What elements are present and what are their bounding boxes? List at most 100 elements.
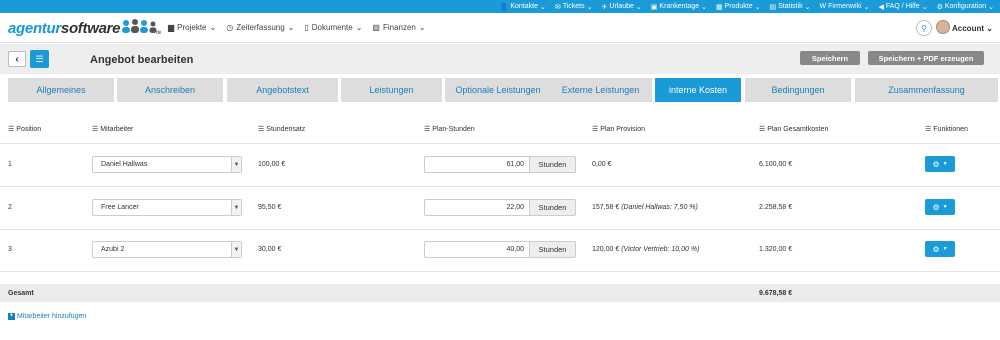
tab-angebotstext[interactable]: Angebotstext xyxy=(227,78,338,102)
topbar-urlaube[interactable]: ✈ Urlaube ⌄ xyxy=(602,3,642,11)
mitarbeiter-select[interactable]: Azubi 2 ▼ xyxy=(92,241,242,258)
row-divider xyxy=(0,143,1000,144)
topbar-kontakte[interactable]: 👤 Kontakte ⌄ xyxy=(500,3,546,11)
tab-leistungen[interactable]: Leistungen xyxy=(341,78,442,102)
topbar-faq[interactable]: ◀ FAQ / Hilfe ⌄ xyxy=(878,3,927,11)
logo-people-icon xyxy=(122,19,157,33)
col-header-plan-stunden[interactable]: ☰ Plan-Stunden xyxy=(424,125,475,134)
nav-zeiterfassung[interactable]: ◷ Zeiterfassung ⌄ xyxy=(226,23,294,32)
tab-externe-leistungen[interactable]: Externe Leistungen xyxy=(549,78,652,102)
row-actions-button[interactable]: ⚙ ▼ xyxy=(925,199,955,215)
menu-button[interactable]: ☰ xyxy=(30,50,49,68)
plan-stunden-input[interactable]: 22,00 xyxy=(424,199,530,216)
row-position: 2 xyxy=(8,204,12,211)
nav-dokumente[interactable]: ▯ Dokumente ⌄ xyxy=(304,23,362,32)
caret-down-icon: ▼ xyxy=(942,204,948,210)
tab-optionale-leistungen[interactable]: Optionale Leistungen xyxy=(445,78,551,102)
topbar-firmenwiki[interactable]: W Firmenwiki ⌄ xyxy=(820,3,870,11)
sort-icon: ☰ xyxy=(92,126,99,133)
plan-stunden-input[interactable]: 61,00 xyxy=(424,156,530,173)
hamburger-icon: ☰ xyxy=(35,53,44,64)
unit-addon: Stunden xyxy=(530,156,576,173)
plus-icon: + xyxy=(8,313,15,320)
row-divider xyxy=(0,229,1000,230)
ticket-icon: ✉ xyxy=(554,3,561,11)
mitarbeiter-select[interactable]: Free Lancer ▼ xyxy=(92,199,242,216)
sort-icon: ☰ xyxy=(759,126,766,133)
chevron-down-icon: ▼ xyxy=(231,242,241,257)
row-position: 1 xyxy=(8,161,12,168)
caret-down-icon: ▼ xyxy=(942,161,948,167)
topbar-produkte[interactable]: ▦ Produkte ⌄ xyxy=(716,3,761,11)
search-icon[interactable]: ⚲ xyxy=(916,20,932,36)
chart-icon: ▤ xyxy=(769,3,777,11)
box-icon: ▦ xyxy=(715,3,723,11)
camera-icon: ▣ xyxy=(650,3,658,11)
account-menu[interactable]: Account ⌄ xyxy=(952,24,993,33)
row-gesamtkosten: 1.320,00 € xyxy=(759,246,793,253)
sort-icon: ☰ xyxy=(8,126,15,133)
col-header-stundensatz[interactable]: ☰ Stundensatz xyxy=(258,125,305,134)
tab-zusammenfassung[interactable]: Zusammenfassung xyxy=(855,78,998,102)
gear-icon: ⚙ xyxy=(932,202,940,212)
row-stundensatz: 30,00 € xyxy=(258,246,282,253)
col-header-plan-gesamtkosten[interactable]: ☰ Plan Gesamtkosten xyxy=(759,125,828,134)
col-header-plan-provision[interactable]: ☰ Plan Provision xyxy=(592,125,645,134)
row-gesamtkosten: 2.258,58 € xyxy=(759,204,793,211)
user-icon: 👤 xyxy=(499,3,509,11)
document-icon: ▯ xyxy=(304,23,309,32)
row-provision: 120,00 € (Victor Vertrieb: 10,00 %) xyxy=(592,246,700,253)
sort-icon: ☰ xyxy=(424,126,431,133)
tab-interne-kosten[interactable]: interne Kosten xyxy=(655,78,741,102)
wiki-icon: W xyxy=(819,3,827,10)
unit-addon: Stunden xyxy=(530,199,576,216)
plane-icon: ✈ xyxy=(601,3,608,11)
col-header-mitarbeiter[interactable]: ☰ Mitarbeiter xyxy=(92,125,133,134)
row-stundensatz: 95,50 € xyxy=(258,204,282,211)
briefcase-icon: ▆ xyxy=(168,23,175,32)
topbar-tickets[interactable]: ✉ Tickets ⌄ xyxy=(555,3,593,11)
chevron-down-icon: ▼ xyxy=(231,200,241,215)
page-toolbar: ‹ ☰ Angebot bearbeiten Speichern Speiche… xyxy=(0,44,1000,74)
tab-bedingungen[interactable]: Bedingungen xyxy=(745,78,851,102)
gear-icon: ⚙ xyxy=(932,244,940,254)
clock-icon: ◷ xyxy=(226,23,234,32)
nav-projekte[interactable]: ▆ Projekte ⌄ xyxy=(168,23,216,32)
avatar[interactable] xyxy=(936,20,950,34)
plan-stunden-input[interactable]: 40,00 xyxy=(424,241,530,258)
bullhorn-icon: ◀ xyxy=(878,3,884,11)
topbar-statistik[interactable]: ▤ Statistik ⌄ xyxy=(770,3,811,11)
tab-allgemeines[interactable]: Allgemeines xyxy=(8,78,114,102)
row-gesamtkosten: 6.100,00 € xyxy=(759,161,793,168)
topbar-krankentage[interactable]: ▣ Krankentage ⌄ xyxy=(651,3,707,11)
gears-icon: ⚙ xyxy=(936,3,943,11)
total-value: 9.678,58 € xyxy=(759,290,793,297)
col-header-funktionen: ☰ Funktionen xyxy=(925,125,968,134)
row-provision: 157,58 € (Daniel Hallwas: 7,50 %) xyxy=(592,204,698,211)
save-pdf-button[interactable]: Speichern + PDF erzeugen xyxy=(868,51,984,65)
money-icon: ▨ xyxy=(372,23,380,32)
total-row: Gesamt 9.678,58 € xyxy=(0,284,1000,302)
main-nav: ▆ Projekte ⌄ ◷ Zeiterfassung ⌄ ▯ Dokumente ⌄ ▨… xyxy=(168,23,426,32)
add-employee-link[interactable]: + Mitarbeiter hinzufügen xyxy=(8,313,86,320)
chevron-down-icon: ▼ xyxy=(231,157,241,172)
row-stundensatz: 100,00 € xyxy=(258,161,286,168)
row-divider xyxy=(0,271,1000,272)
row-actions-button[interactable]: ⚙ ▼ xyxy=(925,241,955,257)
back-button[interactable]: ‹ xyxy=(8,51,26,67)
row-provision: 0,00 € xyxy=(592,161,612,168)
col-header-position[interactable]: ☰ Position xyxy=(8,125,41,134)
topbar-konfiguration[interactable]: ⚙ Konfiguration ⌄ xyxy=(937,3,994,11)
save-button[interactable]: Speichern xyxy=(800,51,860,65)
row-divider xyxy=(0,186,1000,187)
mitarbeiter-select[interactable]: Daniel Hallwas ▼ xyxy=(92,156,242,173)
logo[interactable]: agentursoftware de xyxy=(8,19,162,37)
main-header: agentursoftware de ▆ Projekte ⌄ ◷ Zeiterfas… xyxy=(0,13,1000,43)
sort-icon: ☰ xyxy=(925,126,932,133)
caret-down-icon: ▼ xyxy=(942,246,948,252)
nav-finanzen[interactable]: ▨ Finanzen ⌄ xyxy=(372,23,425,32)
unit-addon: Stunden xyxy=(530,241,576,258)
row-actions-button[interactable]: ⚙ ▼ xyxy=(925,156,955,172)
tab-anschreiben[interactable]: Anschreiben xyxy=(117,78,223,102)
sort-icon: ☰ xyxy=(592,126,599,133)
